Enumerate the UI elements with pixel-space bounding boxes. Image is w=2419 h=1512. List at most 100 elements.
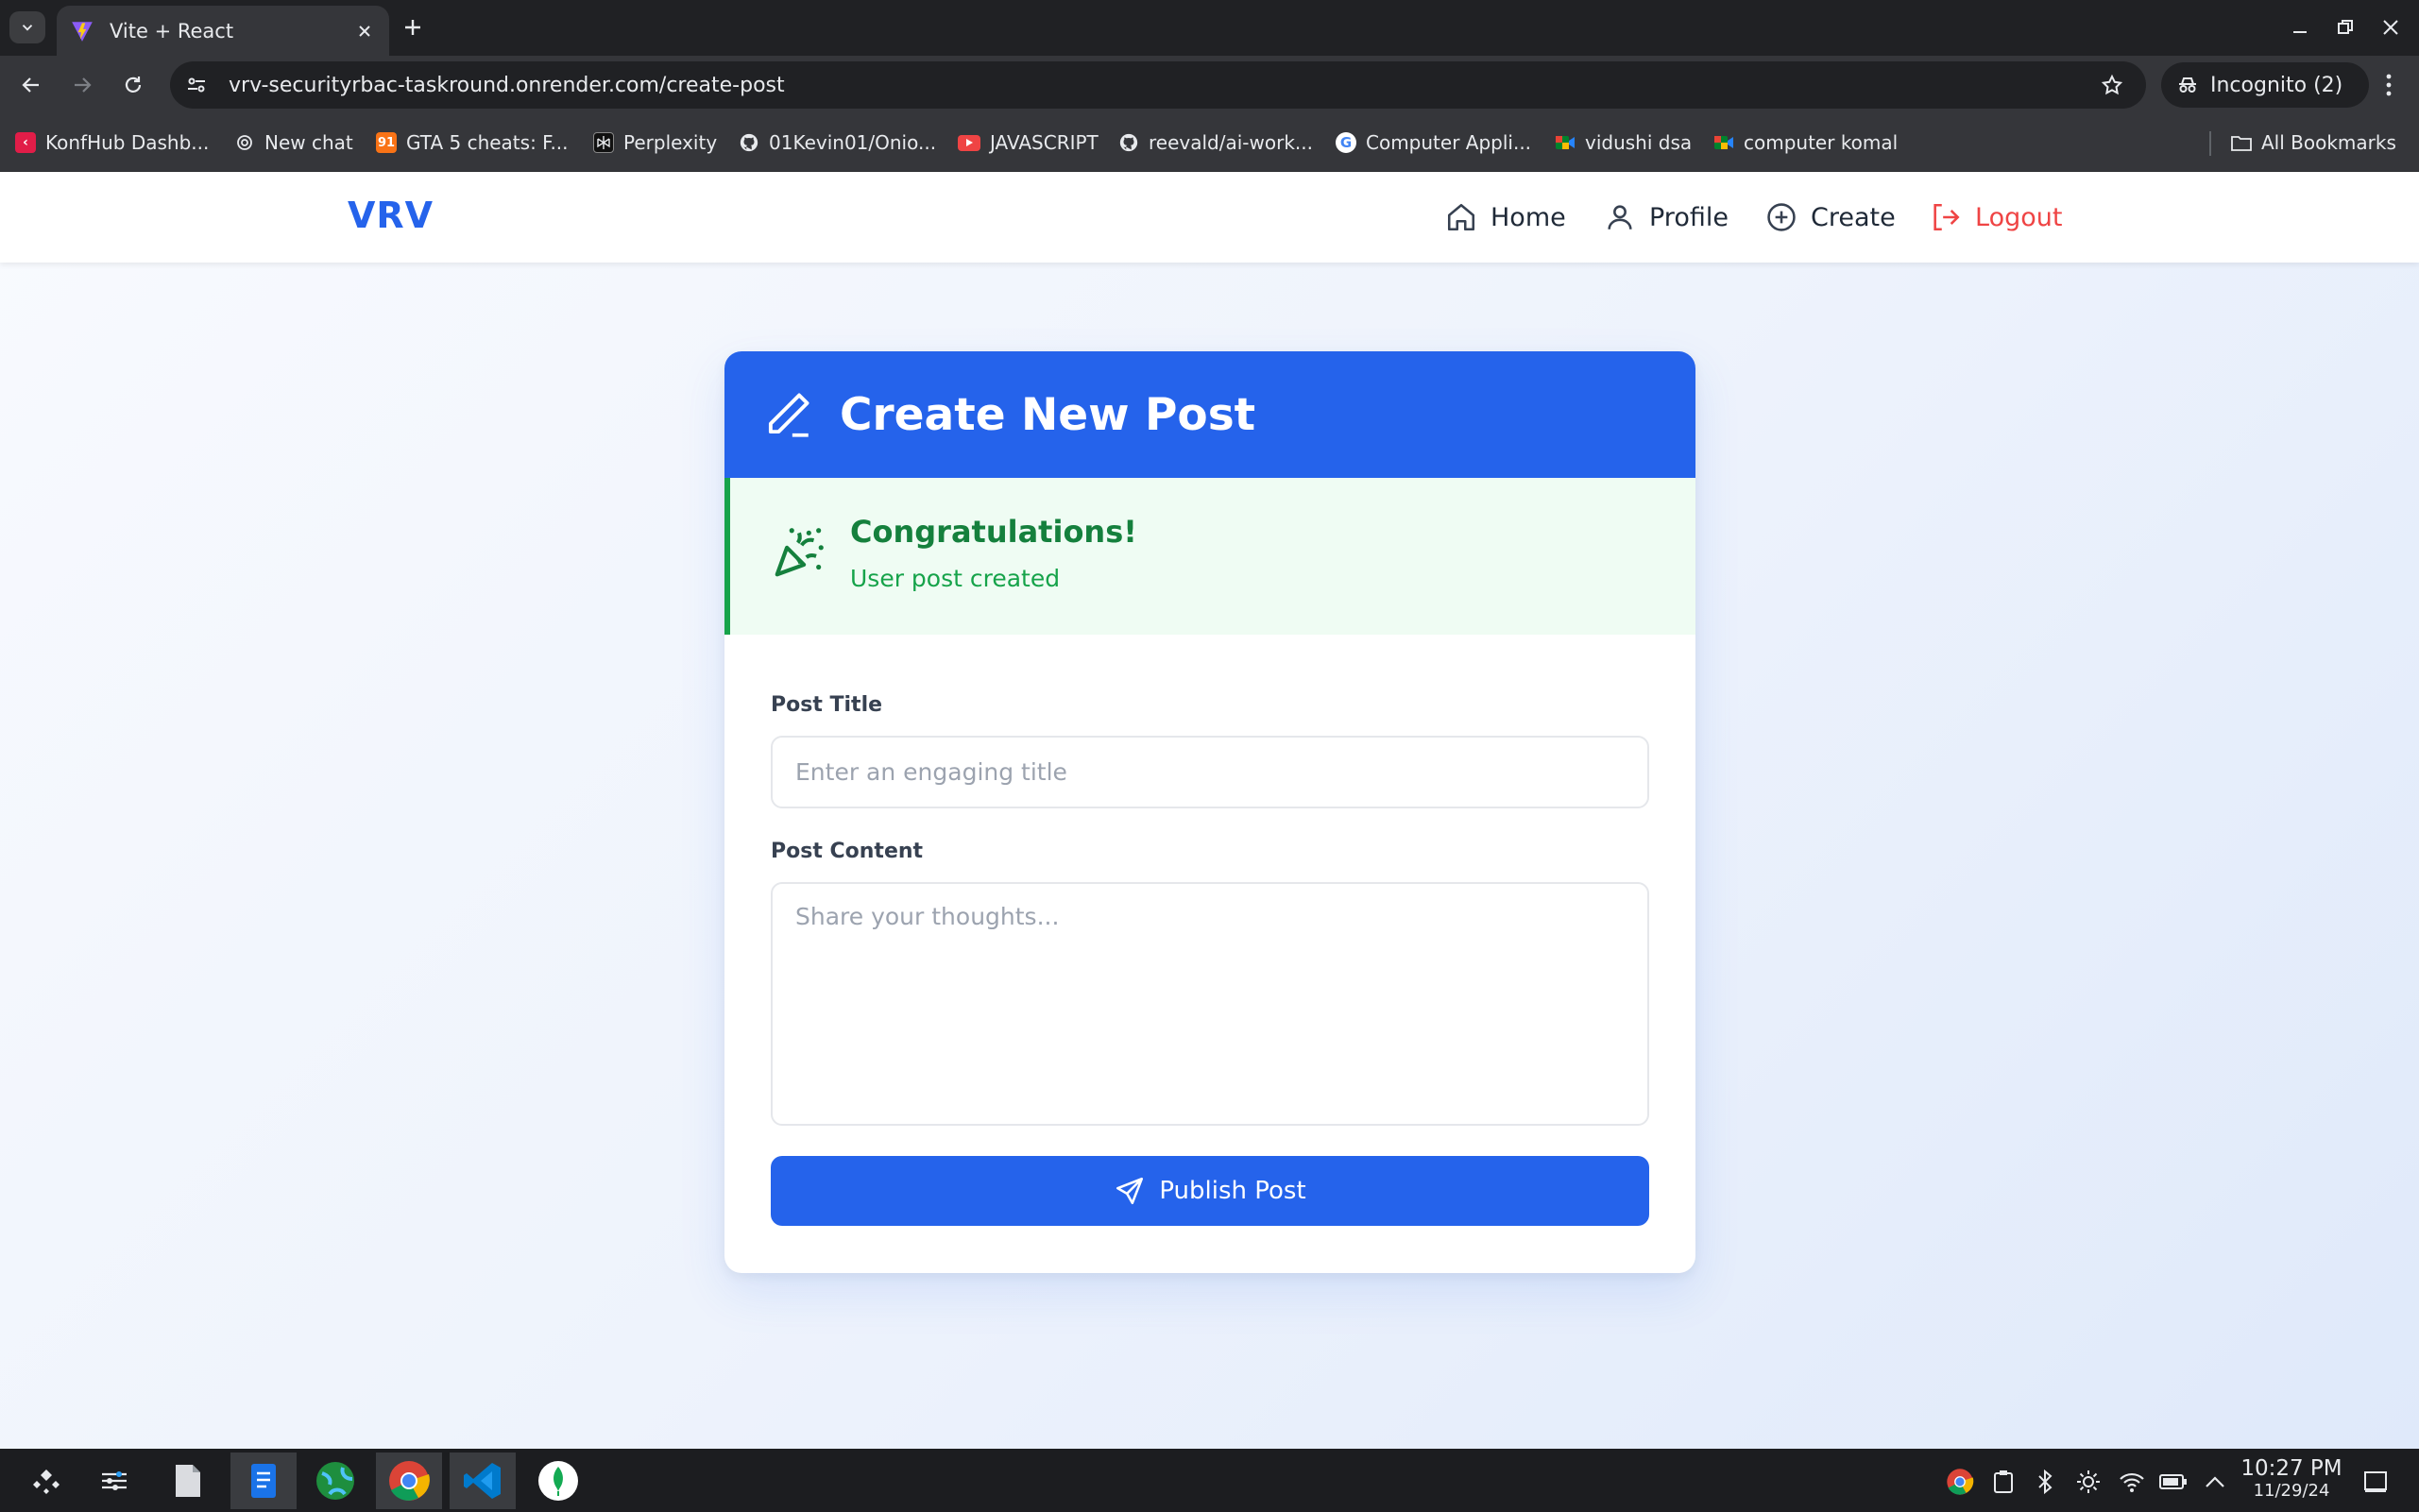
os-taskbar: 10:27 PM 11/29/24 bbox=[0, 1449, 2419, 1512]
tray-chrome-icon[interactable] bbox=[1946, 1468, 1974, 1496]
minimize-window-button[interactable] bbox=[2286, 13, 2314, 42]
pen-icon bbox=[768, 393, 809, 437]
bookmark-item[interactable]: vidushi dsa bbox=[1555, 127, 1692, 158]
bookmark-star-icon[interactable] bbox=[2093, 66, 2131, 104]
bookmark-label: KonfHub Dashb... bbox=[45, 131, 210, 154]
bookmark-label: Computer Appli... bbox=[1366, 131, 1532, 154]
chevron-down-icon bbox=[22, 25, 33, 31]
nav-profile-link[interactable]: Profile bbox=[1604, 198, 1729, 236]
incognito-indicator[interactable]: Incognito (2) bbox=[2161, 62, 2369, 108]
new-tab-button[interactable] bbox=[397, 11, 429, 43]
chevron-up-icon[interactable] bbox=[2201, 1468, 2229, 1496]
bookmark-item[interactable]: JAVASCRIPT bbox=[958, 127, 1099, 158]
meet-icon bbox=[1555, 132, 1576, 153]
nav-logout-label: Logout bbox=[1975, 202, 2063, 232]
party-popper-icon bbox=[775, 528, 824, 577]
battery-icon[interactable] bbox=[2159, 1468, 2188, 1496]
perplexity-icon bbox=[593, 132, 614, 153]
browser-tab[interactable]: Vite + React bbox=[57, 6, 389, 56]
bookmark-item[interactable]: computer komal bbox=[1713, 127, 1898, 158]
card-title: Create New Post bbox=[840, 388, 1256, 441]
restore-window-button[interactable] bbox=[2331, 13, 2359, 42]
create-post-card: Create New Post Congratulations! User po… bbox=[724, 351, 1695, 1273]
site-settings-icon[interactable] bbox=[178, 66, 215, 104]
plus-icon bbox=[405, 20, 420, 35]
bookmark-item[interactable]: 01Kevin01/Onio... bbox=[739, 127, 936, 158]
wifi-icon[interactable] bbox=[2118, 1468, 2146, 1496]
alert-title: Congratulations! bbox=[850, 514, 1137, 550]
bookmark-label: New chat bbox=[264, 131, 353, 154]
brand-logo[interactable]: VRV bbox=[348, 195, 434, 236]
bookmark-item[interactable]: ‹ KonfHub Dashb... bbox=[15, 127, 209, 158]
close-tab-icon[interactable] bbox=[353, 20, 376, 42]
nav-home-link[interactable]: Home bbox=[1445, 198, 1566, 236]
taskbar-clock[interactable]: 10:27 PM 11/29/24 bbox=[2235, 1456, 2348, 1501]
post-content-textarea[interactable] bbox=[771, 882, 1649, 1126]
github-icon bbox=[1118, 132, 1139, 153]
back-button[interactable] bbox=[15, 69, 47, 101]
success-alert: Congratulations! User post created bbox=[724, 478, 1695, 635]
post-title-label: Post Title bbox=[771, 693, 883, 717]
bluetooth-icon[interactable] bbox=[2031, 1468, 2059, 1496]
bookmark-label: reevald/ai-work... bbox=[1149, 131, 1313, 154]
bookmark-label: 01Kevin01/Onio... bbox=[769, 131, 937, 154]
openai-icon bbox=[234, 132, 255, 153]
publish-post-button[interactable]: Publish Post bbox=[771, 1156, 1649, 1226]
send-icon bbox=[1116, 1177, 1144, 1205]
brightness-icon[interactable] bbox=[2074, 1468, 2103, 1496]
nav-home-label: Home bbox=[1491, 202, 1566, 232]
taskbar-app-globe[interactable] bbox=[302, 1453, 368, 1509]
settings-sliders-icon bbox=[102, 1471, 127, 1490]
bookmark-item[interactable]: G Computer Appli... bbox=[1336, 127, 1531, 158]
bookmarks-bar: ‹ KonfHub Dashb... New chat 91 GTA 5 che… bbox=[0, 114, 2419, 172]
bookmark-label: GTA 5 cheats: F... bbox=[406, 131, 569, 154]
mongodb-icon bbox=[538, 1461, 578, 1501]
taskbar-app-vscode[interactable] bbox=[450, 1453, 516, 1509]
publish-post-label: Publish Post bbox=[1159, 1177, 1306, 1205]
taskbar-app-chrome[interactable] bbox=[376, 1453, 442, 1509]
vscode-icon bbox=[464, 1463, 501, 1499]
github-icon bbox=[739, 132, 759, 153]
show-desktop-button[interactable] bbox=[2361, 1468, 2390, 1496]
launcher-button[interactable] bbox=[13, 1453, 79, 1509]
url-text[interactable]: vrv-securityrbac-taskround.onrender.com/… bbox=[229, 74, 2093, 97]
minimize-icon bbox=[2293, 31, 2307, 33]
taskbar-app-files[interactable] bbox=[155, 1453, 221, 1509]
card-header: Create New Post bbox=[724, 351, 1695, 478]
bookmark-item[interactable]: reevald/ai-work... bbox=[1118, 127, 1313, 158]
alert-message: User post created bbox=[850, 565, 1061, 592]
nav-logout-link[interactable]: Logout bbox=[1930, 198, 2062, 236]
bookmark-item[interactable]: New chat bbox=[234, 127, 353, 158]
document-icon bbox=[251, 1464, 276, 1498]
bookmark-item[interactable]: Perplexity bbox=[593, 127, 717, 158]
nav-create-label: Create bbox=[1811, 202, 1896, 232]
gta-91-icon: 91 bbox=[376, 132, 397, 153]
logout-icon bbox=[1933, 203, 1960, 231]
globe-icon bbox=[316, 1462, 354, 1500]
tab-search-button[interactable] bbox=[9, 11, 45, 43]
taskbar-app-settings[interactable] bbox=[81, 1453, 147, 1509]
all-bookmarks-label: All Bookmarks bbox=[2261, 131, 2396, 154]
folder-icon bbox=[2231, 132, 2252, 153]
arrow-left-icon bbox=[22, 77, 39, 93]
chrome-icon bbox=[389, 1461, 430, 1501]
bookmark-label: JAVASCRIPT bbox=[990, 131, 1099, 154]
post-title-input[interactable] bbox=[771, 736, 1649, 808]
nav-create-link[interactable]: Create bbox=[1765, 198, 1896, 236]
address-bar[interactable]: vrv-securityrbac-taskround.onrender.com/… bbox=[170, 61, 2146, 109]
clock-date: 11/29/24 bbox=[2253, 1481, 2330, 1501]
nav-profile-label: Profile bbox=[1649, 202, 1729, 232]
forward-button[interactable] bbox=[66, 69, 98, 101]
taskbar-app-notes[interactable] bbox=[230, 1453, 297, 1509]
app-navbar: VRV Home Profile Create Logout bbox=[0, 172, 2419, 263]
user-icon bbox=[1608, 205, 1632, 229]
clipboard-icon[interactable] bbox=[1989, 1468, 2018, 1496]
taskbar-app-mongodb[interactable] bbox=[525, 1453, 591, 1509]
incognito-label: Incognito (2) bbox=[2210, 73, 2343, 97]
konfhub-icon: ‹ bbox=[15, 132, 36, 153]
reload-button[interactable] bbox=[117, 69, 149, 101]
bookmark-item[interactable]: 91 GTA 5 cheats: F... bbox=[376, 127, 569, 158]
browser-menu-button[interactable] bbox=[2373, 69, 2405, 101]
close-window-button[interactable] bbox=[2376, 13, 2405, 42]
all-bookmarks-button[interactable]: All Bookmarks bbox=[2231, 127, 2396, 158]
